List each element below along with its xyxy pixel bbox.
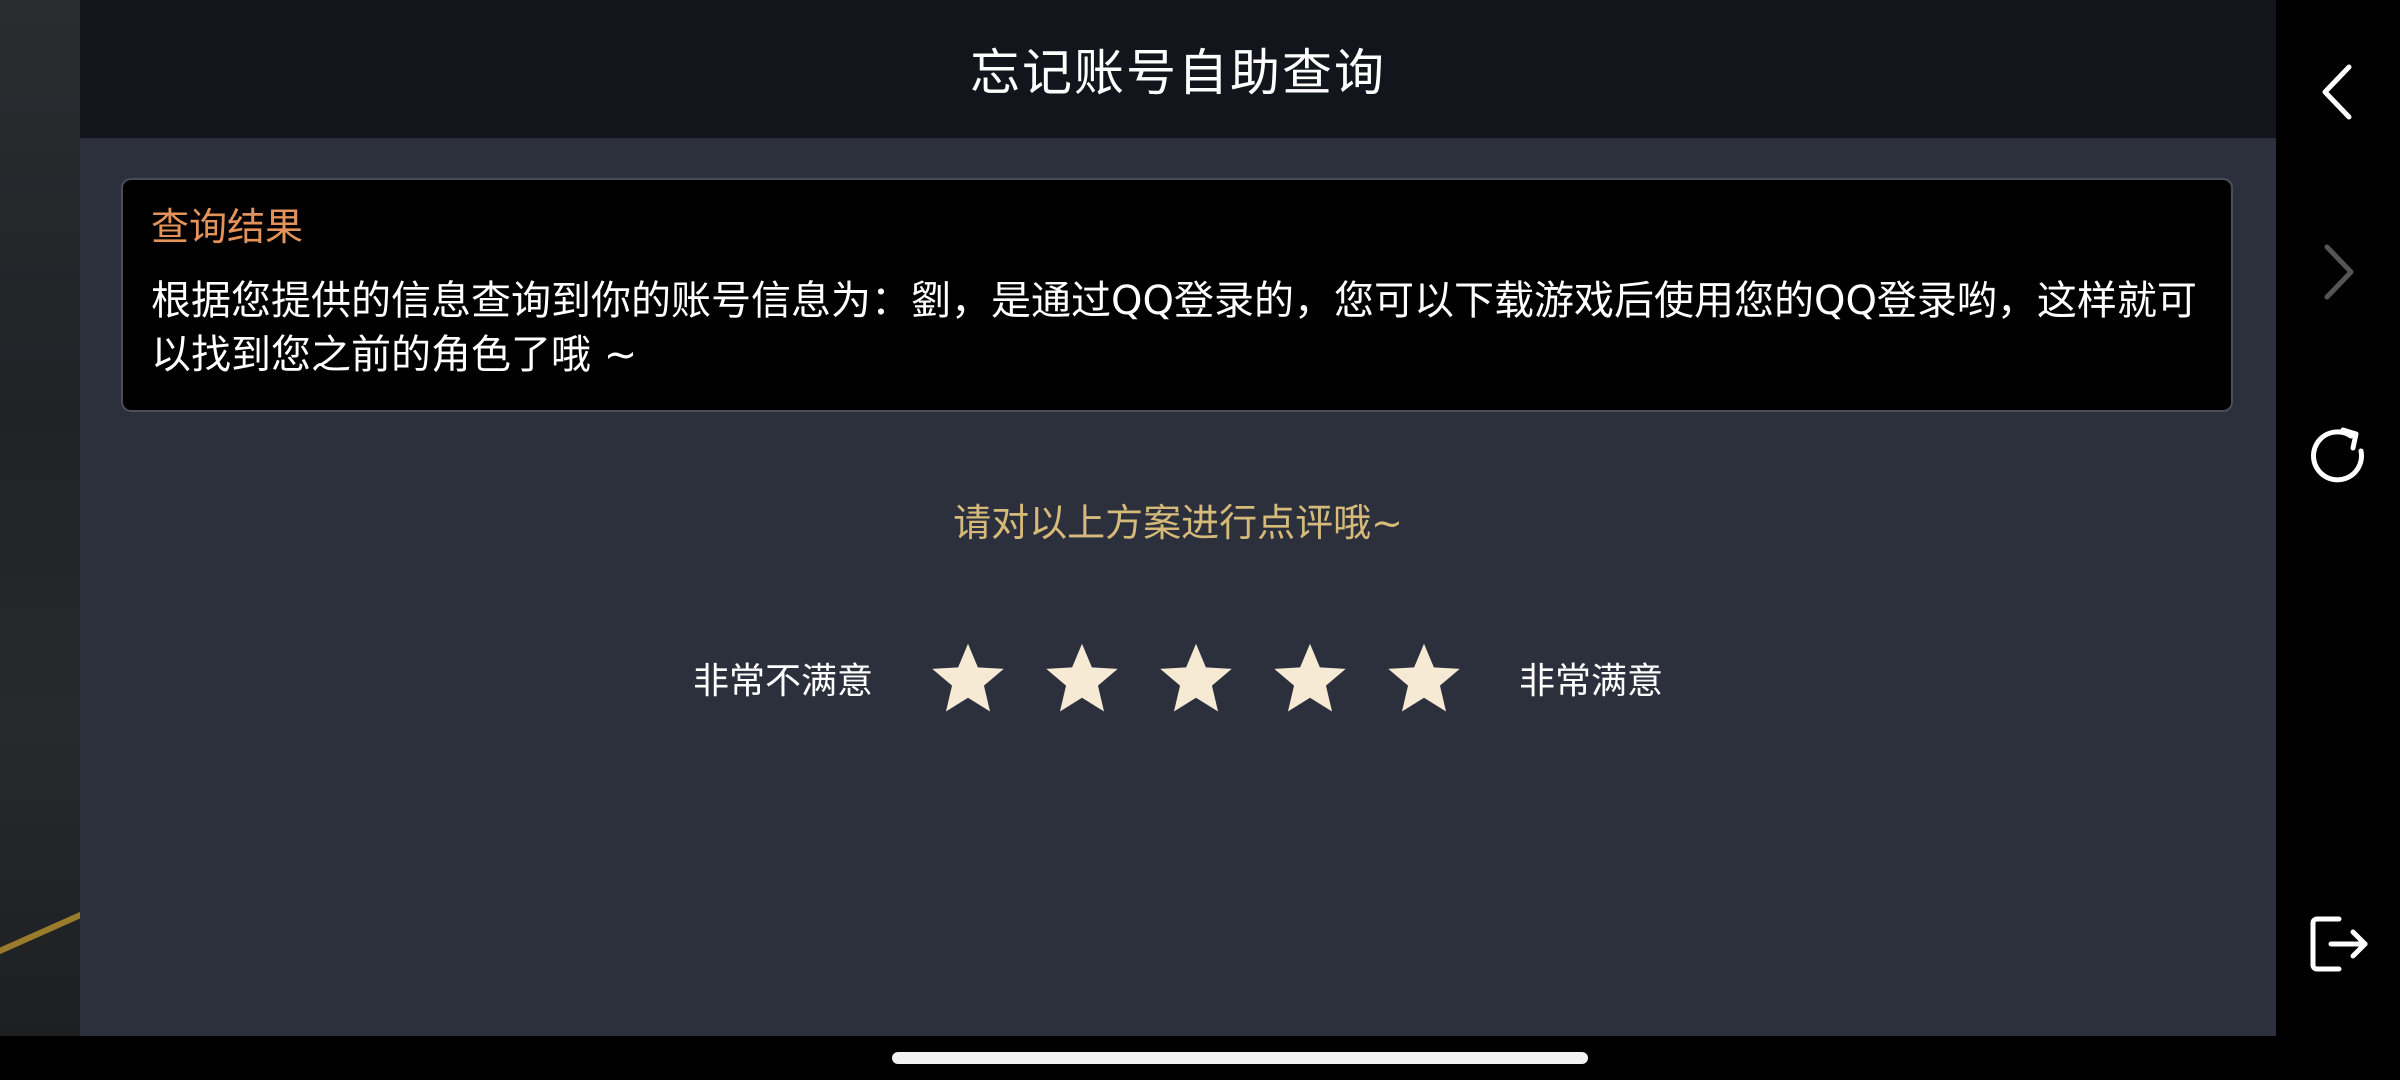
chevron-left-icon: [2322, 64, 2352, 120]
star-icon: [1274, 643, 1346, 712]
star-4-button[interactable]: [1272, 640, 1348, 716]
result-title: 查询结果: [151, 205, 304, 249]
star-icon: [1388, 643, 1460, 712]
refresh-button[interactable]: [2298, 416, 2378, 496]
refresh-icon: [2311, 427, 2364, 483]
forward-button[interactable]: [2298, 232, 2378, 312]
chevron-right-icon: [2324, 244, 2354, 300]
exit-button[interactable]: [2298, 904, 2378, 984]
screen: 忘记账号自助查询 查询结果 根据您提供的信息查询到你的账号信息为：劉，是通过QQ…: [0, 0, 2400, 1080]
star-3-button[interactable]: [1158, 640, 1234, 716]
star-2-button[interactable]: [1044, 640, 1120, 716]
browser-toolbar: [2276, 0, 2400, 1036]
star-5-button[interactable]: [1386, 640, 1462, 716]
back-button[interactable]: [2298, 52, 2378, 132]
background-game-scene: [0, 0, 97, 1036]
rating-row: 非常不满意 非常满意: [80, 638, 2276, 718]
rating-high-label: 非常满意: [1519, 661, 1664, 702]
star-icon: [1160, 643, 1232, 712]
star-icon: [1046, 643, 1118, 712]
page-title: 忘记账号自助查询: [970, 44, 1386, 102]
result-text: 根据您提供的信息查询到你的账号信息为：劉，是通过QQ登录的，您可以下载游戏后使用…: [151, 278, 2197, 378]
rating-prompt: 请对以上方案进行点评哦~: [953, 501, 1403, 545]
star-1-button[interactable]: [930, 640, 1006, 716]
exit-icon: [2310, 916, 2368, 972]
home-indicator[interactable]: [892, 1052, 1588, 1064]
star-icon: [932, 643, 1004, 712]
query-panel: 忘记账号自助查询 查询结果 根据您提供的信息查询到你的账号信息为：劉，是通过QQ…: [80, 0, 2276, 1036]
panel-header: 忘记账号自助查询: [80, 0, 2276, 138]
rating-low-label: 非常不满意: [692, 661, 873, 702]
result-box: 查询结果 根据您提供的信息查询到你的账号信息为：劉，是通过QQ登录的，您可以下载…: [121, 178, 2233, 412]
